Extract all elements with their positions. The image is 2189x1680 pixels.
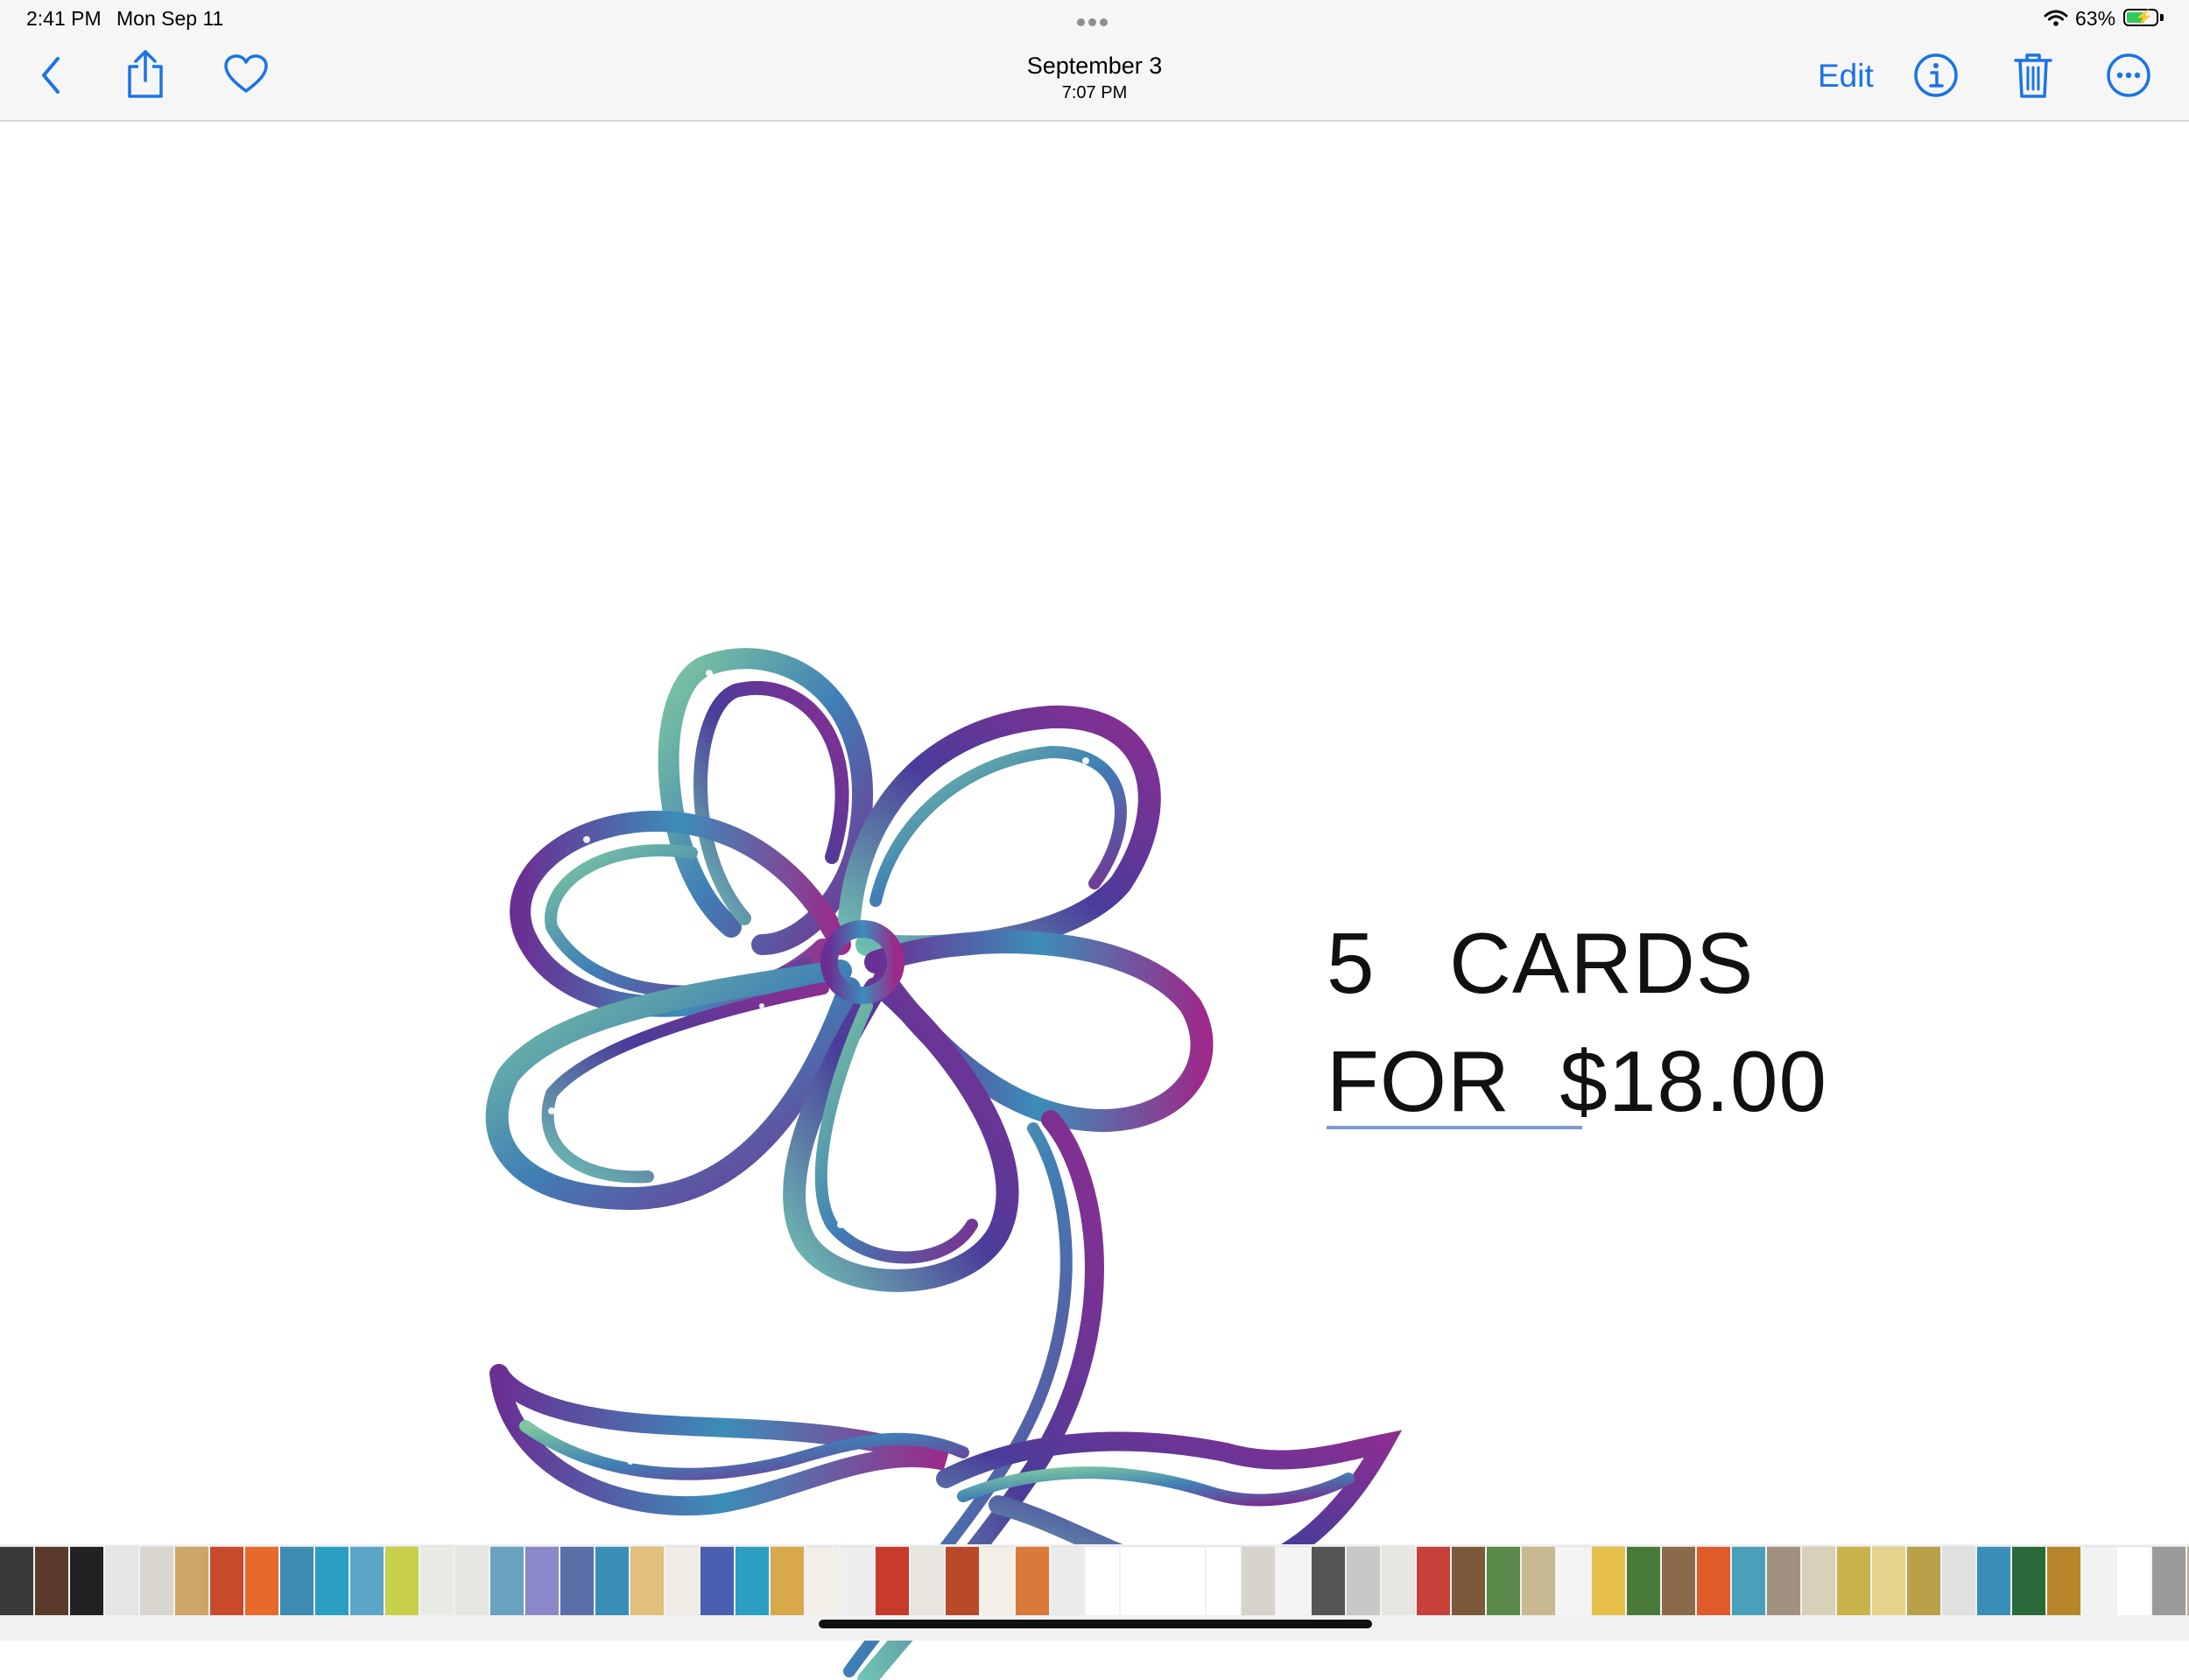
trash-icon[interactable] bbox=[2013, 51, 2053, 100]
thumbnail[interactable] bbox=[420, 1546, 454, 1615]
thumbnail[interactable] bbox=[1452, 1546, 1485, 1615]
thumbnail[interactable] bbox=[1382, 1546, 1415, 1615]
thumbnail[interactable] bbox=[2012, 1546, 2045, 1615]
battery-tip bbox=[2160, 14, 2164, 21]
status-time: 2:41 PM bbox=[26, 7, 102, 30]
thumbnail[interactable] bbox=[1837, 1546, 1870, 1615]
thumbnail[interactable] bbox=[280, 1546, 313, 1615]
thumbnail[interactable] bbox=[1907, 1546, 1940, 1615]
battery-icon: ⚡ bbox=[2123, 9, 2158, 26]
thumbnail[interactable] bbox=[1662, 1546, 1695, 1615]
thumbnail[interactable] bbox=[0, 1546, 33, 1615]
thumbnail[interactable] bbox=[560, 1546, 594, 1615]
thumbnail[interactable] bbox=[771, 1546, 804, 1615]
thumbnail[interactable] bbox=[2117, 1546, 2150, 1615]
promo-text-line2: FOR $18.00 bbox=[1327, 1033, 1828, 1129]
thumbnail[interactable] bbox=[665, 1546, 699, 1615]
thumbnail[interactable] bbox=[876, 1546, 909, 1615]
thumbnail[interactable] bbox=[981, 1546, 1014, 1615]
thumbnail[interactable] bbox=[70, 1546, 103, 1615]
status-date: Mon Sep 11 bbox=[116, 7, 224, 30]
thumbnail[interactable] bbox=[2152, 1546, 2185, 1615]
thumbnail[interactable] bbox=[1872, 1546, 1905, 1615]
info-icon[interactable] bbox=[1913, 53, 1959, 98]
thumbnail[interactable] bbox=[736, 1546, 769, 1615]
thumbnail[interactable] bbox=[2082, 1546, 2115, 1615]
multitasking-dots-icon[interactable] bbox=[1077, 15, 1112, 26]
thumbnail[interactable] bbox=[35, 1546, 68, 1615]
thumbnail[interactable] bbox=[1347, 1546, 1380, 1615]
thumbnail[interactable] bbox=[841, 1546, 874, 1615]
thumbnail[interactable] bbox=[1767, 1546, 1800, 1615]
thumbnail[interactable] bbox=[1592, 1546, 1625, 1615]
battery-percent: 63% bbox=[2075, 7, 2116, 30]
thumbnail[interactable] bbox=[525, 1546, 559, 1615]
thumbnail-current[interactable] bbox=[1121, 1546, 1205, 1615]
thumbnail[interactable] bbox=[1627, 1546, 1660, 1615]
thumbnail[interactable] bbox=[1051, 1546, 1084, 1615]
thumbnail[interactable] bbox=[630, 1546, 664, 1615]
thumbnail[interactable] bbox=[595, 1546, 629, 1615]
thumbnail[interactable] bbox=[1277, 1546, 1310, 1615]
status-bar: 2:41 PM Mon Sep 11 63% ⚡ bbox=[0, 0, 2189, 37]
spellcheck-underline bbox=[1327, 1126, 1582, 1129]
thumbnail[interactable] bbox=[455, 1546, 489, 1615]
thumbnail[interactable] bbox=[1016, 1546, 1049, 1615]
thumbnail[interactable] bbox=[105, 1546, 138, 1615]
thumbnail[interactable] bbox=[2047, 1546, 2080, 1615]
thumbnail[interactable] bbox=[946, 1546, 979, 1615]
edit-button[interactable]: Edit bbox=[1818, 58, 1874, 95]
thumbnail[interactable] bbox=[315, 1546, 348, 1615]
home-indicator[interactable] bbox=[819, 1620, 1372, 1628]
thumbnail[interactable] bbox=[700, 1546, 734, 1615]
thumbnail[interactable] bbox=[1977, 1546, 2010, 1615]
more-icon[interactable] bbox=[2106, 53, 2151, 98]
promo-text-line1: 5 CARDS bbox=[1327, 915, 1755, 1011]
thumbnail[interactable] bbox=[1732, 1546, 1765, 1615]
thumbnail[interactable] bbox=[806, 1546, 839, 1615]
thumbnail[interactable] bbox=[385, 1546, 419, 1615]
thumbnail[interactable] bbox=[1802, 1546, 1835, 1615]
photo-viewer[interactable]: 5 CARDS FOR $18.00 bbox=[0, 122, 2189, 1680]
thumbnail[interactable] bbox=[1086, 1546, 1119, 1615]
thumbnail[interactable] bbox=[1522, 1546, 1555, 1615]
thumbnail[interactable] bbox=[175, 1546, 208, 1615]
thumbnail[interactable] bbox=[1417, 1546, 1450, 1615]
wifi-icon bbox=[2044, 10, 2068, 26]
thumbnail[interactable] bbox=[1207, 1546, 1240, 1615]
thumbnail[interactable] bbox=[245, 1546, 278, 1615]
thumbnail[interactable] bbox=[1242, 1546, 1275, 1615]
thumbnail[interactable] bbox=[490, 1546, 524, 1615]
thumbnail[interactable] bbox=[1487, 1546, 1520, 1615]
thumbnail[interactable] bbox=[1312, 1546, 1345, 1615]
thumbnail[interactable] bbox=[1557, 1546, 1590, 1615]
thumbnail[interactable] bbox=[911, 1546, 944, 1615]
thumbnail[interactable] bbox=[1697, 1546, 1730, 1615]
thumbnail[interactable] bbox=[1942, 1546, 1975, 1615]
thumbnail[interactable] bbox=[350, 1546, 384, 1615]
thumbnail-scroller[interactable] bbox=[0, 1546, 2189, 1616]
thumbnail[interactable] bbox=[210, 1546, 243, 1615]
thumbnail-strip[interactable] bbox=[0, 1544, 2189, 1641]
thumbnail[interactable] bbox=[140, 1546, 173, 1615]
photo-nav-bar: September 3 7:07 PM Edit bbox=[0, 37, 2189, 122]
